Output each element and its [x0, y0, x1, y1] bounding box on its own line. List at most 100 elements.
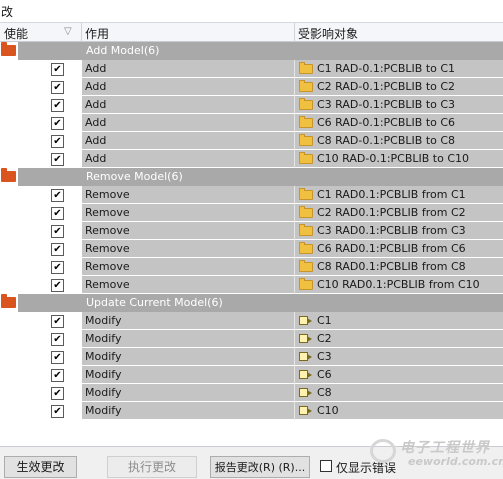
change-row[interactable]: ✔ Add C3 RAD-0.1:PCBLIB to C3: [0, 96, 503, 114]
action-text: Modify: [85, 368, 122, 381]
group-label: Remove Model(6): [86, 170, 183, 183]
watermark-line1: 电子工程世界: [400, 440, 490, 456]
change-row[interactable]: ✔ Remove C6 RAD0.1:PCBLIB from C6: [0, 240, 503, 258]
affected-object-text: C1: [317, 314, 332, 327]
change-row[interactable]: ✔ Modify C8: [0, 384, 503, 402]
enable-checkbox[interactable]: ✔: [51, 99, 64, 112]
change-row[interactable]: ✔ Modify C10: [0, 402, 503, 420]
affected-object-text: C6: [317, 368, 332, 381]
affected-object-text: C10 RAD-0.1:PCBLIB to C10: [317, 152, 470, 165]
enable-checkbox[interactable]: ✔: [51, 225, 64, 238]
column-header-action[interactable]: 作用: [85, 25, 109, 42]
folder-icon[interactable]: [1, 42, 16, 56]
enable-checkbox[interactable]: ✔: [51, 135, 64, 148]
column-divider: [294, 96, 295, 114]
watermark: 电子工程世界 eeworld.com.cn: [368, 437, 503, 472]
folder-icon: [299, 62, 313, 74]
execute-changes-button[interactable]: 执行更改: [107, 456, 197, 478]
column-header-affected-object[interactable]: 受影响对象: [298, 25, 358, 42]
change-row[interactable]: ✔ Modify C3: [0, 348, 503, 366]
change-row[interactable]: ✔ Remove C3 RAD0.1:PCBLIB from C3: [0, 222, 503, 240]
change-row[interactable]: ✔ Add C8 RAD-0.1:PCBLIB to C8: [0, 132, 503, 150]
row-cell-background: [82, 330, 503, 347]
column-divider: [294, 204, 295, 222]
component-icon: [299, 370, 312, 379]
enable-checkbox[interactable]: ✔: [51, 81, 64, 94]
folder-icon: [299, 278, 313, 290]
change-row[interactable]: ✔ Modify C6: [0, 366, 503, 384]
column-divider: [294, 222, 295, 240]
change-row[interactable]: ✔ Add C6 RAD-0.1:PCBLIB to C6: [0, 114, 503, 132]
group-label: Update Current Model(6): [86, 296, 223, 309]
enable-checkbox[interactable]: ✔: [51, 405, 64, 418]
affected-object-text: C8 RAD0.1:PCBLIB from C8: [317, 260, 466, 273]
change-row[interactable]: ✔ Remove C1 RAD0.1:PCBLIB from C1: [0, 186, 503, 204]
action-text: Add: [85, 116, 107, 129]
affected-object-text: C3 RAD-0.1:PCBLIB to C3: [317, 98, 456, 111]
enable-checkbox[interactable]: ✔: [51, 351, 64, 364]
affected-object-text: C6 RAD-0.1:PCBLIB to C6: [317, 116, 456, 129]
column-header-enable[interactable]: 使能: [4, 25, 28, 42]
column-divider[interactable]: [81, 23, 82, 42]
change-row[interactable]: ✔ Remove C8 RAD0.1:PCBLIB from C8: [0, 258, 503, 276]
action-text: Modify: [85, 350, 122, 363]
validate-changes-button[interactable]: 生效更改: [4, 456, 77, 478]
group-header-row[interactable]: Remove Model(6): [0, 168, 503, 186]
report-changes-button[interactable]: 报告更改(R) (R)...: [210, 456, 310, 478]
action-text: Remove: [85, 206, 130, 219]
row-cell-background: [82, 384, 503, 401]
column-divider: [294, 330, 295, 348]
enable-checkbox[interactable]: ✔: [51, 261, 64, 274]
filter-icon[interactable]: ▽: [64, 26, 72, 37]
column-divider: [294, 132, 295, 150]
change-row[interactable]: ✔ Modify C2: [0, 330, 503, 348]
folder-icon[interactable]: [1, 168, 16, 182]
enable-checkbox[interactable]: ✔: [51, 369, 64, 382]
enable-checkbox[interactable]: ✔: [51, 189, 64, 202]
action-text: Remove: [85, 278, 130, 291]
action-text: Add: [85, 80, 107, 93]
folder-icon: [299, 188, 313, 200]
change-row[interactable]: ✔ Modify C1: [0, 312, 503, 330]
component-icon: [299, 406, 312, 415]
action-text: Modify: [85, 332, 122, 345]
column-header-row: 使能 ▽ 作用 受影响对象: [0, 22, 503, 42]
group-header-row[interactable]: Add Model(6): [0, 42, 503, 60]
change-list-grid: Add Model(6) ✔ Add C1 RAD-0.1:PCBLIB to C1 ✔…: [0, 42, 503, 433]
group-header-row[interactable]: Update Current Model(6): [0, 294, 503, 312]
change-row[interactable]: ✔ Add C2 RAD-0.1:PCBLIB to C2: [0, 78, 503, 96]
column-divider[interactable]: [294, 23, 295, 42]
enable-checkbox[interactable]: ✔: [51, 387, 64, 400]
action-text: Remove: [85, 260, 130, 273]
enable-checkbox[interactable]: ✔: [51, 279, 64, 292]
enable-checkbox[interactable]: ✔: [51, 243, 64, 256]
component-icon: [299, 388, 312, 397]
group-band: [0, 168, 503, 186]
enable-checkbox[interactable]: ✔: [51, 207, 64, 220]
affected-object-text: C1 RAD0.1:PCBLIB from C1: [317, 188, 466, 201]
change-row[interactable]: ✔ Remove C10 RAD0.1:PCBLIB from C10: [0, 276, 503, 294]
affected-object-text: C10 RAD0.1:PCBLIB from C10: [317, 278, 480, 291]
column-divider: [294, 240, 295, 258]
change-row[interactable]: ✔ Remove C2 RAD0.1:PCBLIB from C2: [0, 204, 503, 222]
action-text: Add: [85, 98, 107, 111]
folder-icon[interactable]: [1, 294, 16, 308]
folder-icon: [299, 242, 313, 254]
action-text: Remove: [85, 188, 130, 201]
enable-checkbox[interactable]: ✔: [51, 153, 64, 166]
column-divider: [294, 348, 295, 366]
action-text: Remove: [85, 224, 130, 237]
enable-checkbox[interactable]: ✔: [51, 315, 64, 328]
group-band: [0, 42, 503, 60]
enable-checkbox[interactable]: ✔: [51, 63, 64, 76]
column-divider: [294, 366, 295, 384]
enable-checkbox[interactable]: ✔: [51, 117, 64, 130]
only-show-errors-checkbox[interactable]: [320, 460, 332, 472]
change-row[interactable]: ✔ Add C1 RAD-0.1:PCBLIB to C1: [0, 60, 503, 78]
enable-checkbox[interactable]: ✔: [51, 333, 64, 346]
affected-object-text: C3: [317, 350, 332, 363]
column-divider: [294, 186, 295, 204]
column-divider: [294, 276, 295, 294]
change-row[interactable]: ✔ Add C10 RAD-0.1:PCBLIB to C10: [0, 150, 503, 168]
affected-object-text: C1 RAD-0.1:PCBLIB to C1: [317, 62, 456, 75]
